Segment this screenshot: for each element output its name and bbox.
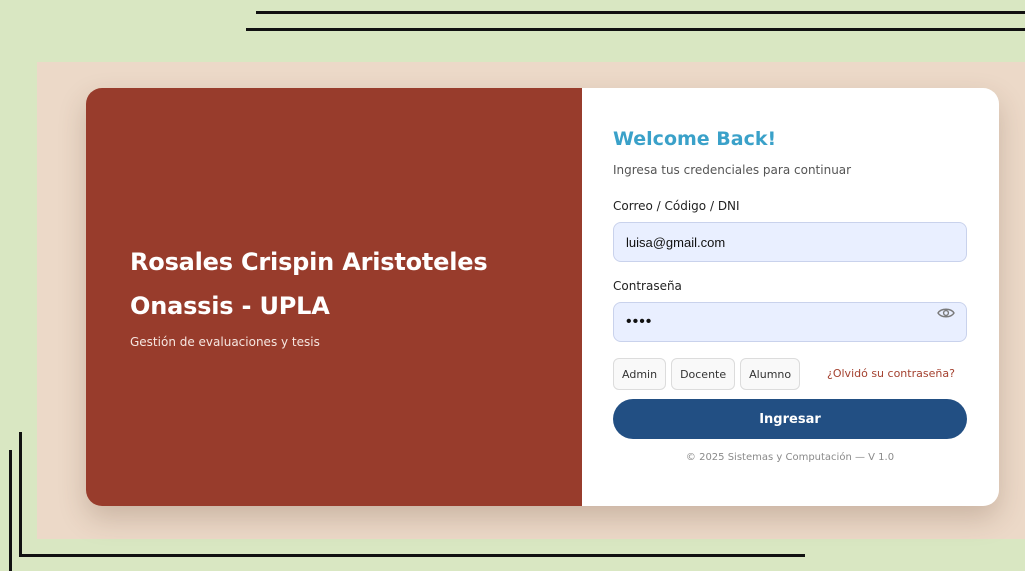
submit-button[interactable]: Ingresar [613,399,967,439]
login-card: Rosales Crispin Aristoteles Onassis - UP… [86,88,999,506]
decorative-line-bottom [19,554,805,557]
forgot-password-link[interactable]: ¿Olvidó su contraseña? [827,367,955,380]
footer-version: © 2025 Sistemas y Computación — V 1.0 [685,452,895,463]
user-input[interactable] [613,222,967,262]
decorative-line-left [9,450,12,571]
role-button-alumno[interactable]: Alumno [740,358,801,390]
password-field-label: Contraseña [613,279,682,293]
decorative-line-top [256,11,1025,14]
decorative-line-left-second [19,432,22,557]
brand-panel: Rosales Crispin Aristoteles Onassis - UP… [86,88,582,506]
decorative-line-top-second [246,28,1025,31]
eye-icon[interactable] [937,305,955,319]
password-input[interactable] [613,302,967,342]
role-button-admin[interactable]: Admin [613,358,667,390]
user-field-label: Correo / Código / DNI [613,199,740,213]
welcome-lead: Ingresa tus credenciales para continuar [613,163,852,177]
role-selector: Admin Docente Alumno [613,358,801,390]
brand-title: Rosales Crispin Aristoteles Onassis - UP… [130,248,488,320]
role-button-docente[interactable]: Docente [671,358,736,390]
login-form: Welcome Back! Ingresa tus credenciales p… [582,88,999,506]
welcome-heading: Welcome Back! [613,128,777,150]
brand-subtitle: Gestión de evaluaciones y tesis [130,335,320,349]
